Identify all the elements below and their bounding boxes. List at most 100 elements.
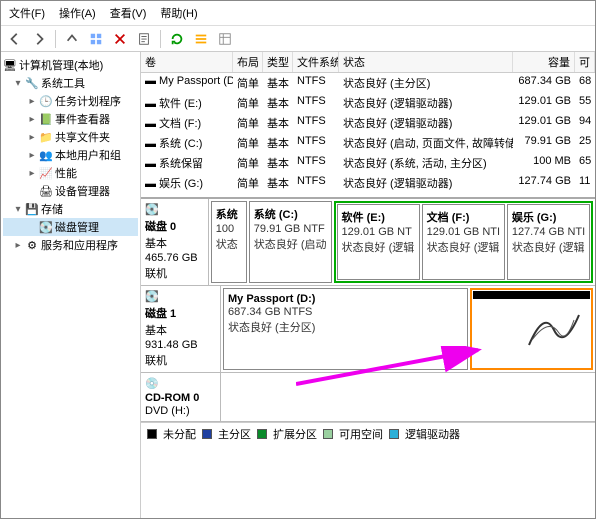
scribble-icon: [524, 305, 584, 353]
volume-row[interactable]: ▬ 文档 (F:)简单基本NTFS状态良好 (逻辑驱动器)129.01 GB94: [141, 113, 595, 133]
disk-1-label[interactable]: 💽 磁盘 1 基本 931.48 GB 联机: [141, 286, 221, 372]
tree-tasksched[interactable]: ▸🕒任务计划程序: [3, 92, 138, 110]
legend: 未分配 主分区 扩展分区 可用空间 逻辑驱动器: [141, 422, 595, 445]
book-icon: 📗: [39, 112, 53, 126]
col-volume[interactable]: 卷: [141, 52, 233, 72]
list-icon[interactable]: [191, 29, 211, 49]
collapse-icon[interactable]: ▾: [13, 204, 23, 215]
users-icon: 👥: [39, 148, 53, 162]
volume-row[interactable]: ▬ My Passport (D:)简单基本NTFS状态良好 (主分区)687.…: [141, 73, 595, 93]
volume-row[interactable]: ▬ 娱乐 (G:)简单基本NTFS状态良好 (逻辑驱动器)127.74 GB11: [141, 173, 595, 193]
tree-eventviewer[interactable]: ▸📗事件查看器: [3, 110, 138, 128]
part-d[interactable]: My Passport (D:) 687.34 GB NTFS 状态良好 (主分…: [223, 288, 468, 370]
disk-1-row: 💽 磁盘 1 基本 931.48 GB 联机 My Passport (D:) …: [141, 286, 595, 373]
computer-icon: 🖥: [3, 58, 17, 72]
folder-icon: 📁: [39, 130, 53, 144]
volume-row[interactable]: ▬ 系统 (C:)简单基本NTFS状态良好 (启动, 页面文件, 故障转储, 主…: [141, 133, 595, 153]
properties-icon[interactable]: [134, 29, 154, 49]
toolbar: [1, 26, 595, 52]
expand-icon[interactable]: ▸: [27, 114, 37, 125]
cdrom-title: CD-ROM 0: [145, 392, 216, 404]
swatch-logical: [389, 429, 399, 439]
up-icon[interactable]: [62, 29, 82, 49]
collapse-icon[interactable]: ▾: [13, 78, 23, 89]
col-capacity[interactable]: 容量: [513, 52, 575, 72]
unallocated-graphic: [473, 291, 590, 367]
grid-icon[interactable]: [86, 29, 106, 49]
part-sysres[interactable]: 系统 100 状态: [211, 201, 247, 283]
tree-systools[interactable]: ▾🔧系统工具: [3, 74, 138, 92]
part-f[interactable]: 文档 (F:) 129.01 GB NTI 状态良好 (逻辑: [422, 204, 505, 280]
volume-header: 卷 布局 类型 文件系统 状态 容量 可: [141, 52, 595, 73]
expand-icon[interactable]: ▸: [27, 150, 37, 161]
menu-view[interactable]: 查看(V): [110, 5, 147, 21]
swatch-extended: [257, 429, 267, 439]
main-area: 🖥计算机管理(本地) ▾🔧系统工具 ▸🕒任务计划程序 ▸📗事件查看器 ▸📁共享文…: [1, 52, 595, 518]
device-icon: 🖨: [39, 184, 53, 198]
part-e[interactable]: 软件 (E:) 129.01 GB NT 状态良好 (逻辑: [337, 204, 420, 280]
nav-tree: 🖥计算机管理(本地) ▾🔧系统工具 ▸🕒任务计划程序 ▸📗事件查看器 ▸📁共享文…: [1, 52, 141, 518]
col-type[interactable]: 类型: [263, 52, 293, 72]
wrench-icon: 🔧: [25, 76, 39, 90]
disk-0-type: 基本: [145, 235, 204, 251]
disk-0-title: 磁盘 0: [145, 218, 204, 234]
disk-1-status: 联机: [145, 352, 216, 368]
volume-row[interactable]: ▬ 系统保留简单基本NTFS状态良好 (系统, 活动, 主分区)100 MB65: [141, 153, 595, 173]
tree-perf[interactable]: ▸📈性能: [3, 164, 138, 182]
col-layout[interactable]: 布局: [233, 52, 263, 72]
swatch-unalloc: [147, 429, 157, 439]
expand-icon[interactable]: ▸: [27, 168, 37, 179]
expand-icon[interactable]: ▸: [27, 132, 37, 143]
disk-graphical: 💽 磁盘 0 基本 465.76 GB 联机 系统 100 状态 系统 (C:)…: [141, 197, 595, 518]
cdrom-drive: DVD (H:): [145, 405, 216, 417]
cd-icon: 💿: [145, 377, 159, 391]
back-icon[interactable]: [5, 29, 25, 49]
tree-localusers[interactable]: ▸👥本地用户和组: [3, 146, 138, 164]
menu-action[interactable]: 操作(A): [59, 5, 96, 21]
expand-icon[interactable]: ▸: [13, 240, 23, 251]
tree-root[interactable]: 🖥计算机管理(本地): [3, 56, 138, 74]
volume-list: ▬ My Passport (D:)简单基本NTFS状态良好 (主分区)687.…: [141, 73, 595, 193]
swatch-free: [323, 429, 333, 439]
menu-file[interactable]: 文件(F): [9, 5, 45, 21]
cdrom-row: 💿 CD-ROM 0 DVD (H:): [141, 373, 595, 422]
disk-0-partitions: 系统 100 状态 系统 (C:) 79.91 GB NTF 状态良好 (启动 …: [209, 199, 595, 285]
disk-1-partitions: My Passport (D:) 687.34 GB NTFS 状态良好 (主分…: [221, 286, 595, 372]
refresh-icon[interactable]: [167, 29, 187, 49]
part-g[interactable]: 娱乐 (G:) 127.74 GB NTI 状态良好 (逻辑: [507, 204, 590, 280]
menubar: 文件(F) 操作(A) 查看(V) 帮助(H): [1, 1, 595, 26]
tree-storage[interactable]: ▾💾存储: [3, 200, 138, 218]
chart-icon: 📈: [39, 166, 53, 180]
tree-services[interactable]: ▸⚙服务和应用程序: [3, 236, 138, 254]
highlight-green: 软件 (E:) 129.01 GB NT 状态良好 (逻辑 文档 (F:) 12…: [334, 201, 593, 283]
forward-icon[interactable]: [29, 29, 49, 49]
disk-1-type: 基本: [145, 322, 216, 338]
disk-icon: 💽: [145, 290, 159, 304]
swatch-primary: [202, 429, 212, 439]
col-fs[interactable]: 文件系统: [293, 52, 339, 72]
volume-row[interactable]: ▬ 软件 (E:)简单基本NTFS状态良好 (逻辑驱动器)129.01 GB55: [141, 93, 595, 113]
expand-icon[interactable]: ▸: [27, 96, 37, 107]
disk-0-size: 465.76 GB: [145, 252, 204, 264]
tree-shared[interactable]: ▸📁共享文件夹: [3, 128, 138, 146]
disk-0-label[interactable]: 💽 磁盘 0 基本 465.76 GB 联机: [141, 199, 209, 285]
delete-icon[interactable]: [110, 29, 130, 49]
gear-icon: ⚙: [25, 238, 39, 252]
tree-diskmgmt[interactable]: 💽磁盘管理: [3, 218, 138, 236]
disk-0-status: 联机: [145, 265, 204, 281]
disk-icon: 💽: [145, 203, 159, 217]
highlight-orange: [470, 288, 593, 370]
clock-icon: 🕒: [39, 94, 53, 108]
detail-icon[interactable]: [215, 29, 235, 49]
menu-help[interactable]: 帮助(H): [160, 5, 197, 21]
tree-devmgr[interactable]: 🖨设备管理器: [3, 182, 138, 200]
disk-icon: 💽: [39, 220, 53, 234]
col-status[interactable]: 状态: [339, 52, 513, 72]
part-c[interactable]: 系统 (C:) 79.91 GB NTF 状态良好 (启动: [249, 201, 332, 283]
cdrom-label[interactable]: 💿 CD-ROM 0 DVD (H:): [141, 373, 221, 421]
storage-icon: 💾: [25, 202, 39, 216]
disk-1-title: 磁盘 1: [145, 305, 216, 321]
col-free[interactable]: 可: [575, 52, 595, 72]
content-pane: 卷 布局 类型 文件系统 状态 容量 可 ▬ My Passport (D:)简…: [141, 52, 595, 518]
disk-0-row: 💽 磁盘 0 基本 465.76 GB 联机 系统 100 状态 系统 (C:)…: [141, 199, 595, 286]
